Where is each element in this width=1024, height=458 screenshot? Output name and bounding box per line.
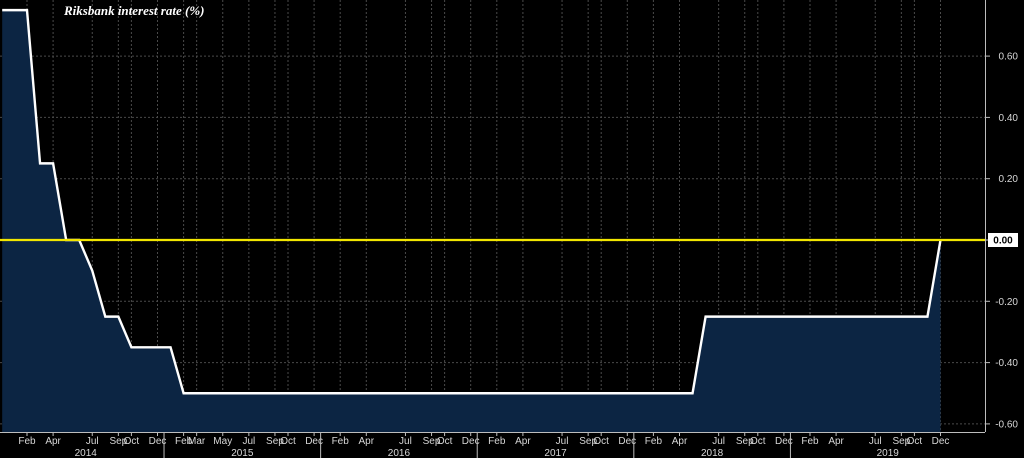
year-label: 2016 [388, 448, 411, 458]
year-label: 2015 [231, 448, 254, 458]
x-tick-label: May [213, 436, 232, 447]
x-tick-label: Apr [45, 436, 61, 447]
x-tick-label: Feb [488, 436, 506, 447]
x-tick-label: Jul [712, 436, 725, 447]
y-tick-label: -0.20 [995, 297, 1018, 308]
x-tick-label: Feb [332, 436, 350, 447]
x-tick-label: Dec [932, 436, 950, 447]
x-tick-label: Jul [86, 436, 99, 447]
x-tick-label: Oct [907, 436, 923, 447]
y-tick-label: 0.20 [999, 174, 1019, 185]
x-axis: Feb Apr Jul SepOct Dec FebMar May Jul SepOct Dec F… [0, 432, 985, 458]
y-axis: 0.60 0.40 0.20 0.00 -0.20 -0.40 -0.60 [985, 0, 1018, 432]
x-tick-label: Jul [242, 436, 255, 447]
year-label: 2018 [701, 448, 724, 458]
year-label: 2017 [544, 448, 567, 458]
y-tick-label: -0.60 [995, 419, 1018, 430]
x-tick-label: Oct [124, 436, 140, 447]
x-tick-label: Oct [280, 436, 296, 447]
x-tick-label: Jul [399, 436, 412, 447]
y-tick-label: 0.40 [999, 113, 1019, 124]
y-tick-label: -0.40 [995, 358, 1018, 369]
x-tick-label: Feb [645, 436, 663, 447]
rate-area-fill [2, 10, 941, 432]
x-tick-label: Oct [437, 436, 453, 447]
x-tick-label: Mar [188, 436, 206, 447]
x-tick-label: Jul [869, 436, 882, 447]
x-tick-label: Oct [593, 436, 609, 447]
rate-chart: 0.60 0.40 0.20 0.00 -0.20 -0.40 -0.60 Feb Apr Ju… [0, 0, 1018, 458]
x-tick-label: Oct [750, 436, 766, 447]
year-label: 2019 [877, 448, 900, 458]
y-tick-label: 0.60 [999, 52, 1019, 63]
x-tick-label: Feb [801, 436, 819, 447]
y-tick-label: 0.00 [993, 236, 1013, 247]
chart-title: Riksbank interest rate (%) [63, 3, 204, 18]
x-tick-label: Apr [828, 436, 844, 447]
x-tick-label: Jul [556, 436, 569, 447]
x-tick-label: Apr [672, 436, 688, 447]
x-tick-label: Apr [515, 436, 531, 447]
year-label: 2014 [75, 448, 98, 458]
x-tick-label: Feb [18, 436, 36, 447]
x-tick-label: Apr [359, 436, 375, 447]
